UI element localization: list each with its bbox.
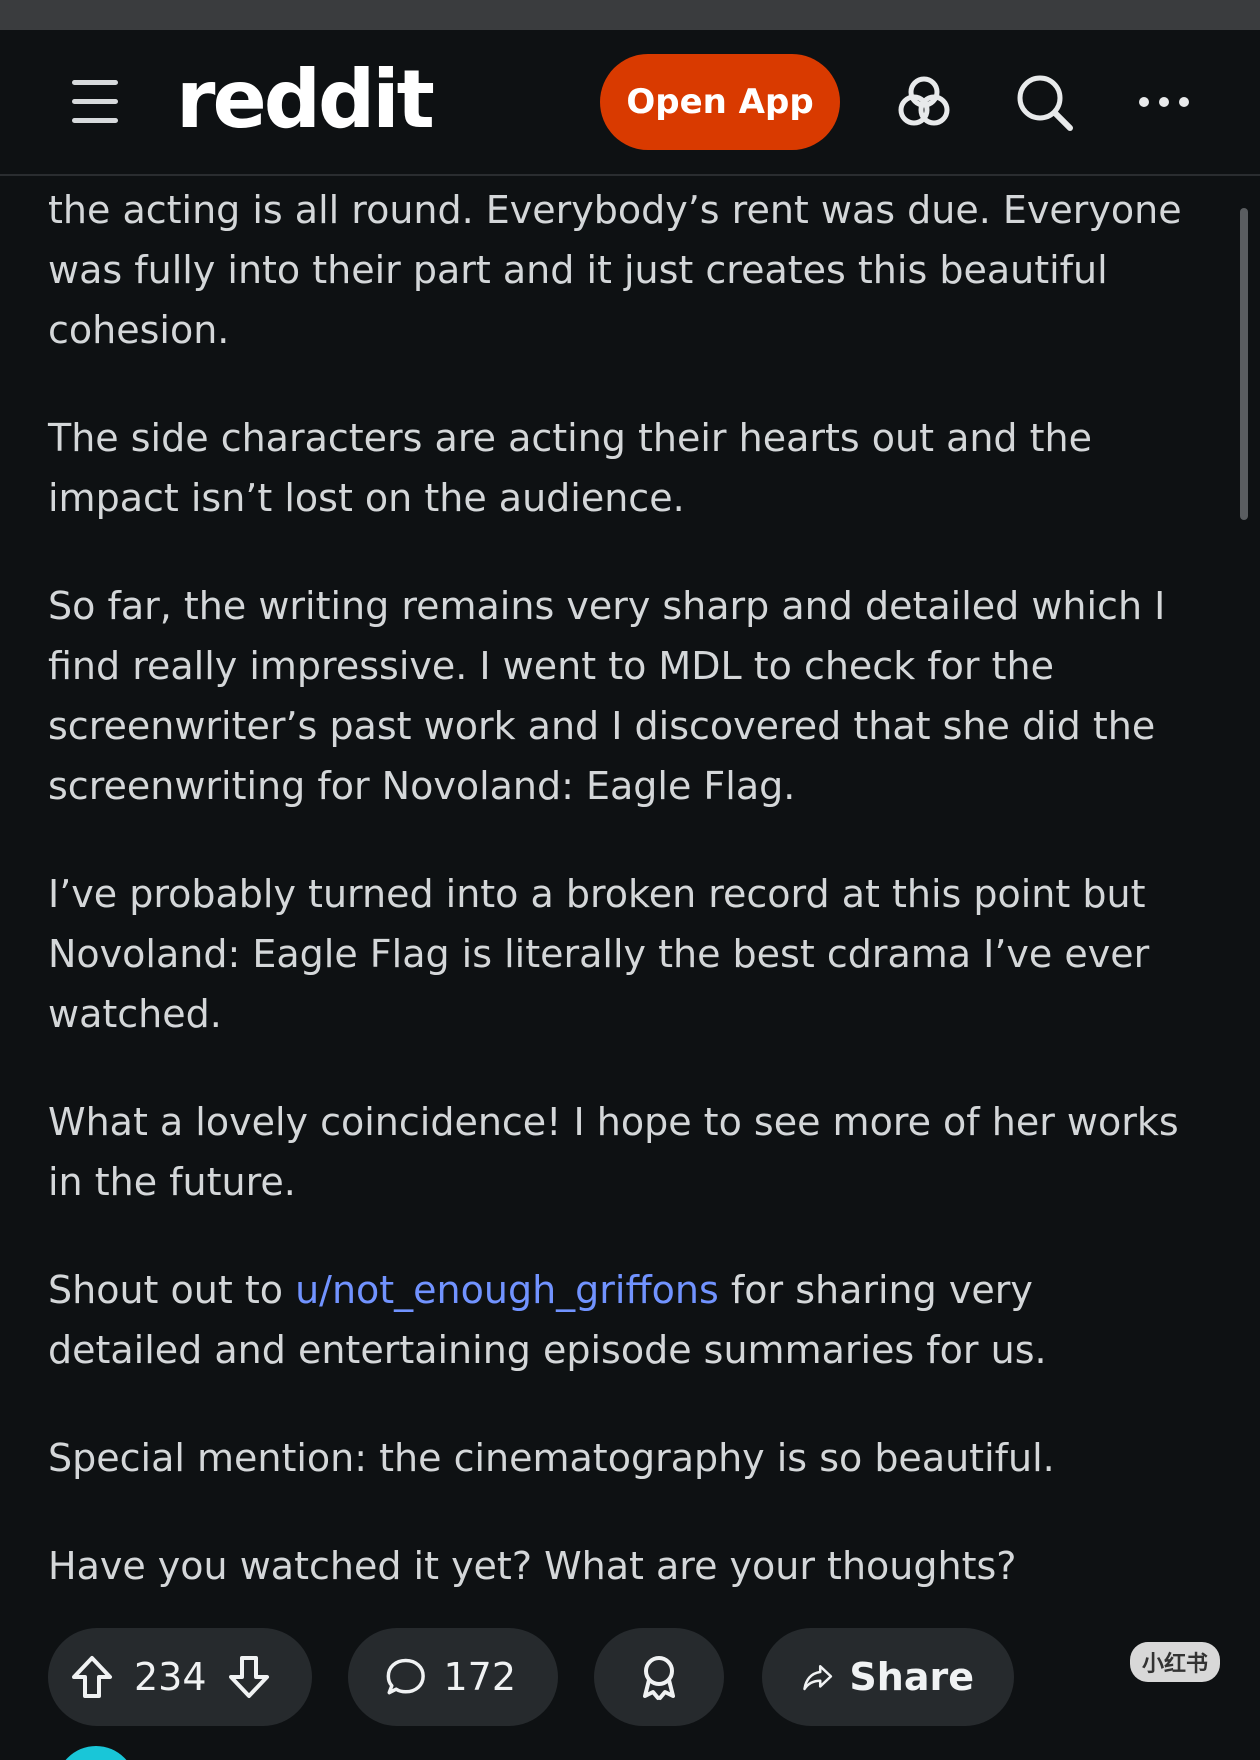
reddit-post-screen: reddit Open App the acting is all round.… — [0, 0, 1260, 1760]
share-icon — [803, 1665, 833, 1691]
vote-count: 234 — [134, 1655, 207, 1699]
vote-control: 234 — [48, 1628, 312, 1726]
scrollbar-thumb[interactable] — [1240, 208, 1248, 520]
more-options-button[interactable] — [1128, 66, 1200, 138]
menu-line — [72, 80, 118, 85]
post-action-bar: 234 172 Share — [48, 1628, 1208, 1726]
post-paragraph: I’ve probably turned into a broken recor… — [48, 872, 1150, 1036]
search-button[interactable] — [1008, 66, 1080, 138]
post-body: the acting is all round. Everybody’s ren… — [48, 180, 1188, 1644]
award-button[interactable] — [594, 1628, 724, 1726]
award-icon — [643, 1656, 675, 1700]
advertise-button[interactable] — [888, 66, 960, 138]
post-paragraph: Have you watched it yet? What are your t… — [48, 1544, 1017, 1588]
menu-line — [72, 99, 118, 104]
shoutout-paragraph: Shout out to u/not_enough_griffons for s… — [48, 1260, 1188, 1380]
post-paragraph: the acting is all round. Everybody’s ren… — [48, 188, 1182, 352]
comment-icon — [386, 1658, 425, 1695]
post-paragraph: The side characters are acting their hea… — [48, 416, 1092, 520]
shoutout-text-before: Shout out to — [48, 1268, 296, 1312]
avatar[interactable] — [56, 1746, 136, 1760]
post-paragraph: Special mention: the cinematography is s… — [48, 1436, 1055, 1480]
search-icon — [1017, 75, 1073, 131]
post-paragraph: So far, the writing remains very sharp a… — [48, 584, 1166, 808]
comments-button[interactable]: 172 — [348, 1628, 558, 1726]
advertise-icon — [898, 76, 950, 126]
upvote-icon[interactable] — [68, 1653, 116, 1701]
post-paragraph: What a lovely coincidence! I hope to see… — [48, 1100, 1179, 1204]
share-label: Share — [849, 1655, 974, 1699]
menu-line — [72, 118, 118, 123]
more-dots-icon — [1139, 97, 1189, 107]
user-link[interactable]: u/not_enough_griffons — [295, 1268, 719, 1312]
comment-count: 172 — [443, 1655, 516, 1699]
hamburger-menu-button[interactable] — [70, 78, 122, 126]
watermark-badge: 小红书 — [1130, 1642, 1220, 1682]
top-header: reddit Open App — [0, 30, 1260, 176]
reddit-logo[interactable]: reddit — [176, 60, 435, 140]
open-app-button[interactable]: Open App — [600, 54, 840, 150]
share-button[interactable]: Share — [762, 1628, 1014, 1726]
downvote-icon[interactable] — [225, 1653, 273, 1701]
status-strip — [0, 0, 1260, 30]
